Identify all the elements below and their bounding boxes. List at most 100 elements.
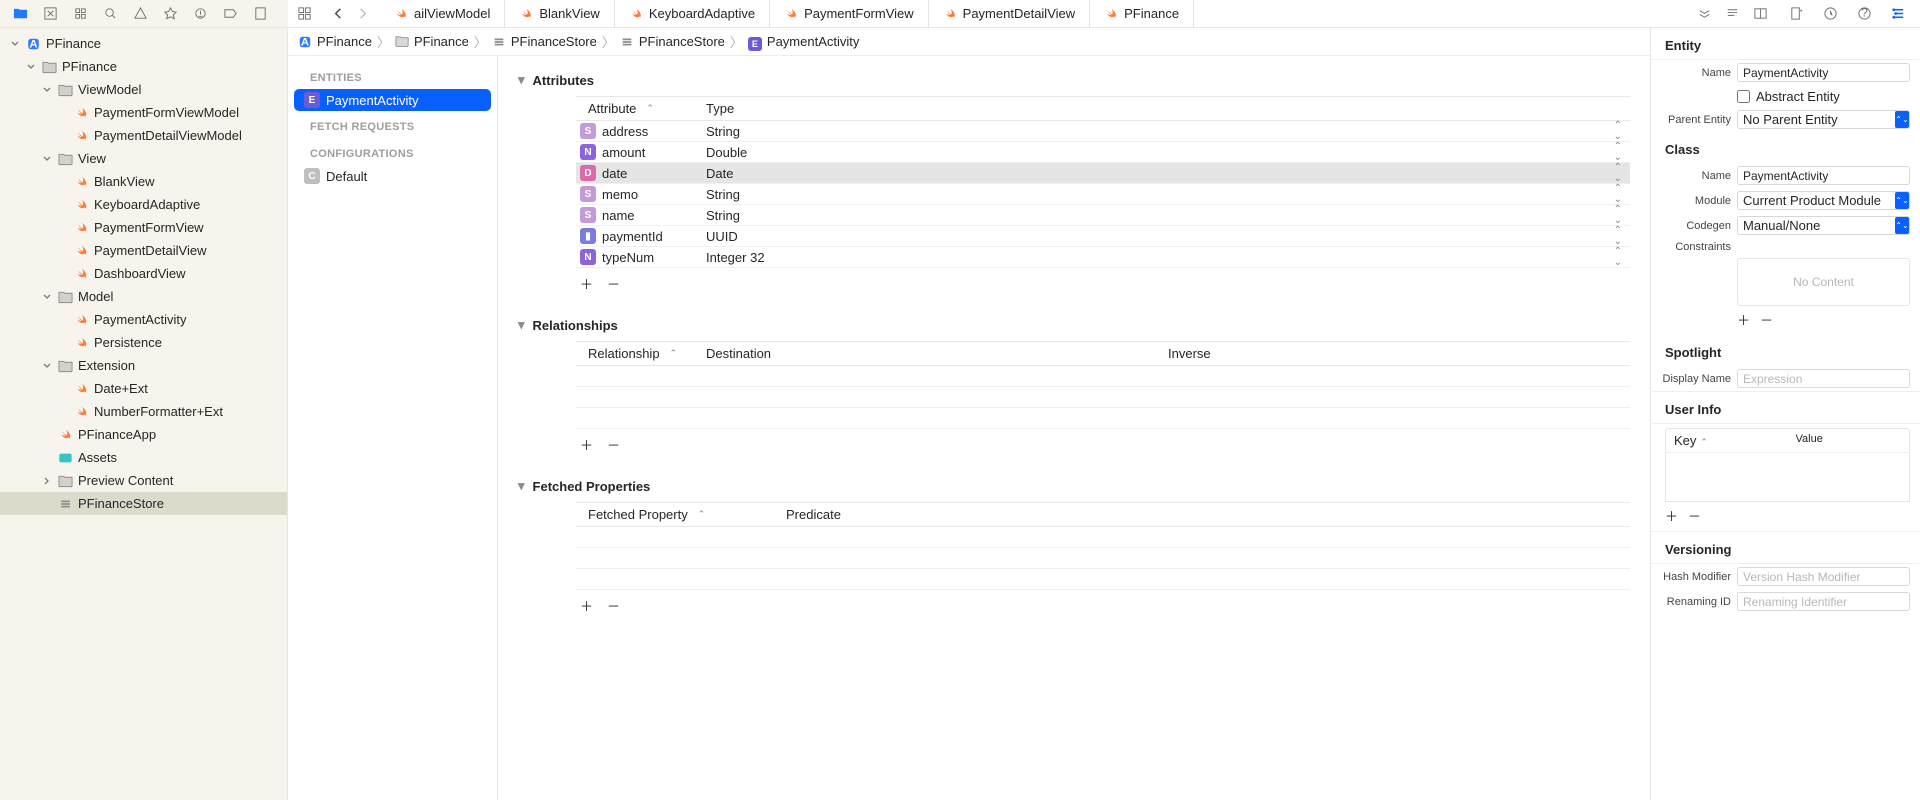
- group-folder[interactable]: ViewModel: [0, 78, 287, 101]
- codegen-select[interactable]: Manual/None⌃⌄: [1737, 216, 1910, 235]
- swift-file[interactable]: PaymentFormView: [0, 216, 287, 239]
- help-icon[interactable]: ?: [1856, 6, 1872, 22]
- sort-asc-icon[interactable]: ⌃: [646, 103, 654, 114]
- attribute-row[interactable]: SmemoString⌃⌄: [576, 184, 1630, 205]
- remove-fetched-icon[interactable]: －: [607, 596, 620, 615]
- disclosure-icon[interactable]: [42, 362, 52, 370]
- issue-icon[interactable]: [132, 6, 148, 22]
- swift-file[interactable]: Persistence: [0, 331, 287, 354]
- swift-file[interactable]: PaymentDetailViewModel: [0, 124, 287, 147]
- group-folder[interactable]: PFinance: [0, 55, 287, 78]
- editor-tab[interactable]: BlankView: [505, 0, 614, 27]
- swift-file[interactable]: PaymentActivity: [0, 308, 287, 331]
- attribute-row[interactable]: DdateDate⌃⌄: [576, 163, 1630, 184]
- editor-tab[interactable]: KeyboardAdaptive: [615, 0, 770, 27]
- attribute-row[interactable]: NamountDouble⌃⌄: [576, 142, 1630, 163]
- attributes-section-title[interactable]: ▾ Attributes: [518, 72, 1630, 88]
- remove-userinfo-icon[interactable]: －: [1688, 506, 1701, 525]
- disclosure-icon[interactable]: [10, 40, 20, 48]
- disclosure-icon[interactable]: [42, 155, 52, 163]
- remove-constraint-icon[interactable]: －: [1760, 310, 1773, 329]
- disclosure-icon[interactable]: [42, 477, 52, 485]
- class-name-field[interactable]: [1737, 166, 1910, 185]
- hash-modifier-field[interactable]: [1737, 567, 1910, 586]
- disclosure-icon[interactable]: [42, 293, 52, 301]
- breadcrumb-item[interactable]: PFinanceStore: [511, 34, 597, 49]
- breadcrumb-item[interactable]: PaymentActivity: [767, 34, 859, 49]
- breakpoint-icon[interactable]: [222, 6, 238, 22]
- disclosure-icon[interactable]: [26, 63, 36, 71]
- new-file-icon[interactable]: [1788, 6, 1804, 22]
- attribute-row[interactable]: SnameString⌃⌄: [576, 205, 1630, 226]
- sort-asc-icon[interactable]: ⌃: [1700, 437, 1708, 447]
- swift-file[interactable]: NumberFormatter+Ext: [0, 400, 287, 423]
- source-control-icon[interactable]: [42, 6, 58, 22]
- history-icon[interactable]: [1822, 6, 1838, 22]
- renaming-id-field[interactable]: [1737, 592, 1910, 611]
- project-navigator[interactable]: APFinancePFinanceViewModelPaymentFormVie…: [0, 28, 288, 800]
- editor-tab[interactable]: PaymentFormView: [770, 0, 929, 27]
- configuration-item[interactable]: C Default: [294, 165, 491, 187]
- remove-attribute-icon[interactable]: －: [607, 274, 620, 293]
- split-editor-icon[interactable]: [1752, 6, 1768, 22]
- group-folder[interactable]: Model: [0, 285, 287, 308]
- editor-tab[interactable]: PaymentDetailView: [929, 0, 1090, 27]
- type-stepper-icon[interactable]: ⌃⌄: [1614, 225, 1622, 247]
- display-name-field[interactable]: [1737, 369, 1910, 388]
- fetched-section-title[interactable]: ▾ Fetched Properties: [518, 478, 1630, 494]
- abstract-checkbox[interactable]: [1737, 90, 1750, 103]
- module-select[interactable]: Current Product Module⌃⌄: [1737, 191, 1910, 210]
- group-folder[interactable]: View: [0, 147, 287, 170]
- attribute-row[interactable]: ▮paymentIdUUID⌃⌄: [576, 226, 1630, 247]
- breadcrumb-item[interactable]: PFinance: [317, 34, 372, 49]
- type-stepper-icon[interactable]: ⌃⌄: [1614, 183, 1622, 205]
- group-folder[interactable]: Preview Content: [0, 469, 287, 492]
- tab-overflow-icon[interactable]: [1696, 6, 1712, 22]
- symbol-nav-icon[interactable]: [72, 6, 88, 22]
- editor-tab[interactable]: ailViewModel: [380, 0, 505, 27]
- forward-icon[interactable]: [354, 6, 370, 22]
- tests-icon[interactable]: [162, 6, 178, 22]
- swift-file[interactable]: DashboardView: [0, 262, 287, 285]
- add-attribute-icon[interactable]: ＋: [580, 274, 593, 293]
- group-folder[interactable]: Extension: [0, 354, 287, 377]
- userinfo-table-body[interactable]: [1665, 452, 1910, 502]
- swift-file[interactable]: PaymentDetailView: [0, 239, 287, 262]
- entity-item[interactable]: E PaymentActivity: [294, 89, 491, 111]
- type-stepper-icon[interactable]: ⌃⌄: [1614, 141, 1622, 163]
- swift-file[interactable]: PaymentFormViewModel: [0, 101, 287, 124]
- type-stepper-icon[interactable]: ⌃⌄: [1614, 120, 1622, 142]
- project-root[interactable]: APFinance: [0, 32, 287, 55]
- breadcrumb-item[interactable]: PFinance: [414, 34, 469, 49]
- type-stepper-icon[interactable]: ⌃⌄: [1614, 162, 1622, 184]
- sort-asc-icon[interactable]: ⌃: [698, 509, 706, 520]
- disclosure-icon[interactable]: [42, 86, 52, 94]
- add-constraint-icon[interactable]: ＋: [1737, 310, 1750, 329]
- report-icon[interactable]: [252, 6, 268, 22]
- breadcrumb-item[interactable]: PFinanceStore: [639, 34, 725, 49]
- debug-icon[interactable]: [192, 6, 208, 22]
- folder-icon[interactable]: [12, 6, 28, 22]
- back-icon[interactable]: [330, 6, 346, 22]
- assets-item[interactable]: Assets: [0, 446, 287, 469]
- entity-name-field[interactable]: [1737, 63, 1910, 82]
- breadcrumb[interactable]: APFinance〉PFinance〉PFinanceStore〉PFinanc…: [288, 28, 1650, 56]
- attribute-row[interactable]: SaddressString⌃⌄: [576, 121, 1630, 142]
- swift-file[interactable]: PFinanceApp: [0, 423, 287, 446]
- swift-file[interactable]: Date+Ext: [0, 377, 287, 400]
- editor-tab[interactable]: PFinance: [1090, 0, 1194, 27]
- relationships-section-title[interactable]: ▾ Relationships: [518, 317, 1630, 333]
- swift-file[interactable]: BlankView: [0, 170, 287, 193]
- type-stepper-icon[interactable]: ⌃⌄: [1614, 246, 1622, 268]
- type-stepper-icon[interactable]: ⌃⌄: [1614, 204, 1622, 226]
- attribute-row[interactable]: NtypeNumInteger 32⌃⌄: [576, 247, 1630, 268]
- related-items-icon[interactable]: [296, 6, 312, 22]
- add-userinfo-icon[interactable]: ＋: [1665, 506, 1678, 525]
- remove-relationship-icon[interactable]: －: [607, 435, 620, 454]
- minimap-icon[interactable]: [1724, 6, 1740, 22]
- add-fetched-icon[interactable]: ＋: [580, 596, 593, 615]
- sort-asc-icon[interactable]: ⌃: [670, 348, 678, 359]
- add-relationship-icon[interactable]: ＋: [580, 435, 593, 454]
- inspector-toggle-icon[interactable]: [1890, 6, 1906, 22]
- swift-file[interactable]: KeyboardAdaptive: [0, 193, 287, 216]
